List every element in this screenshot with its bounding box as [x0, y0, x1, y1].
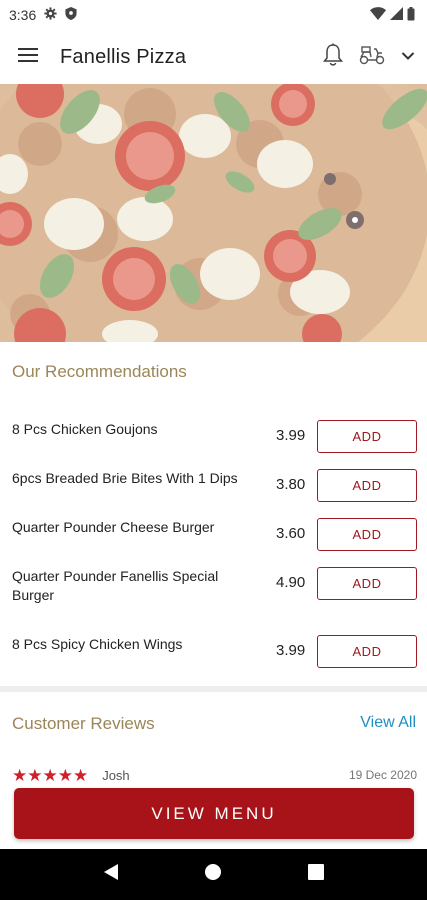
bell-icon[interactable]: [322, 43, 344, 72]
battery-icon: [407, 6, 415, 24]
item-name: Quarter Pounder Fanellis Special Burger: [12, 568, 219, 603]
app-actions: [322, 43, 415, 72]
add-button[interactable]: ADD: [317, 420, 417, 453]
item-name: 8 Pcs Spicy Chicken Wings: [12, 636, 183, 652]
menu-icon[interactable]: [18, 47, 38, 68]
status-left: 3:36: [9, 7, 77, 23]
home-icon[interactable]: [204, 863, 222, 886]
system-nav-bar: [0, 849, 427, 900]
recents-icon[interactable]: [308, 864, 325, 885]
add-button[interactable]: ADD: [317, 567, 417, 600]
reviews-title: Customer Reviews: [12, 714, 155, 733]
gear-icon: [44, 7, 57, 23]
app-title: Fanellis Pizza: [60, 45, 187, 68]
back-icon[interactable]: [103, 863, 119, 886]
section-divider: [0, 686, 427, 692]
item-price: 3.99: [276, 427, 306, 444]
review-date: 19 Dec 2020: [348, 768, 417, 782]
signal-icon: [390, 7, 403, 23]
pizza-banner-image: [0, 84, 427, 342]
view-all-link[interactable]: View All: [360, 714, 416, 732]
add-button[interactable]: ADD: [317, 518, 417, 551]
view-menu-button[interactable]: VIEW MENU: [14, 788, 414, 839]
status-time: 3:36: [9, 7, 37, 23]
delivery-scooter-icon[interactable]: [359, 45, 385, 70]
shield-icon: [65, 7, 77, 23]
item-price: 3.80: [276, 476, 306, 493]
item-price: 3.99: [276, 642, 306, 659]
app-bar: Fanellis Pizza: [0, 30, 427, 84]
item-name: 6pcs Breaded Brie Bites With 1 Dips: [12, 470, 238, 486]
item-price: 4.90: [276, 574, 306, 591]
star-rating: ★★★★★: [12, 765, 89, 785]
item-name: Quarter Pounder Cheese Burger: [12, 519, 215, 535]
wifi-icon: [370, 7, 386, 23]
add-button[interactable]: ADD: [317, 469, 417, 502]
hero-banner: [0, 84, 427, 342]
item-name: 8 Pcs Chicken Goujons: [12, 421, 158, 437]
add-button[interactable]: ADD: [317, 635, 417, 668]
recommendations-title: Our Recommendations: [12, 362, 187, 381]
chevron-down-icon[interactable]: [401, 48, 415, 66]
review-author: Josh: [102, 767, 130, 783]
item-price: 3.60: [276, 525, 306, 542]
status-bar: 3:36: [0, 0, 427, 30]
status-right: [370, 6, 415, 24]
review-item: ★★★★★ Josh 19 Dec 2020: [12, 766, 417, 784]
